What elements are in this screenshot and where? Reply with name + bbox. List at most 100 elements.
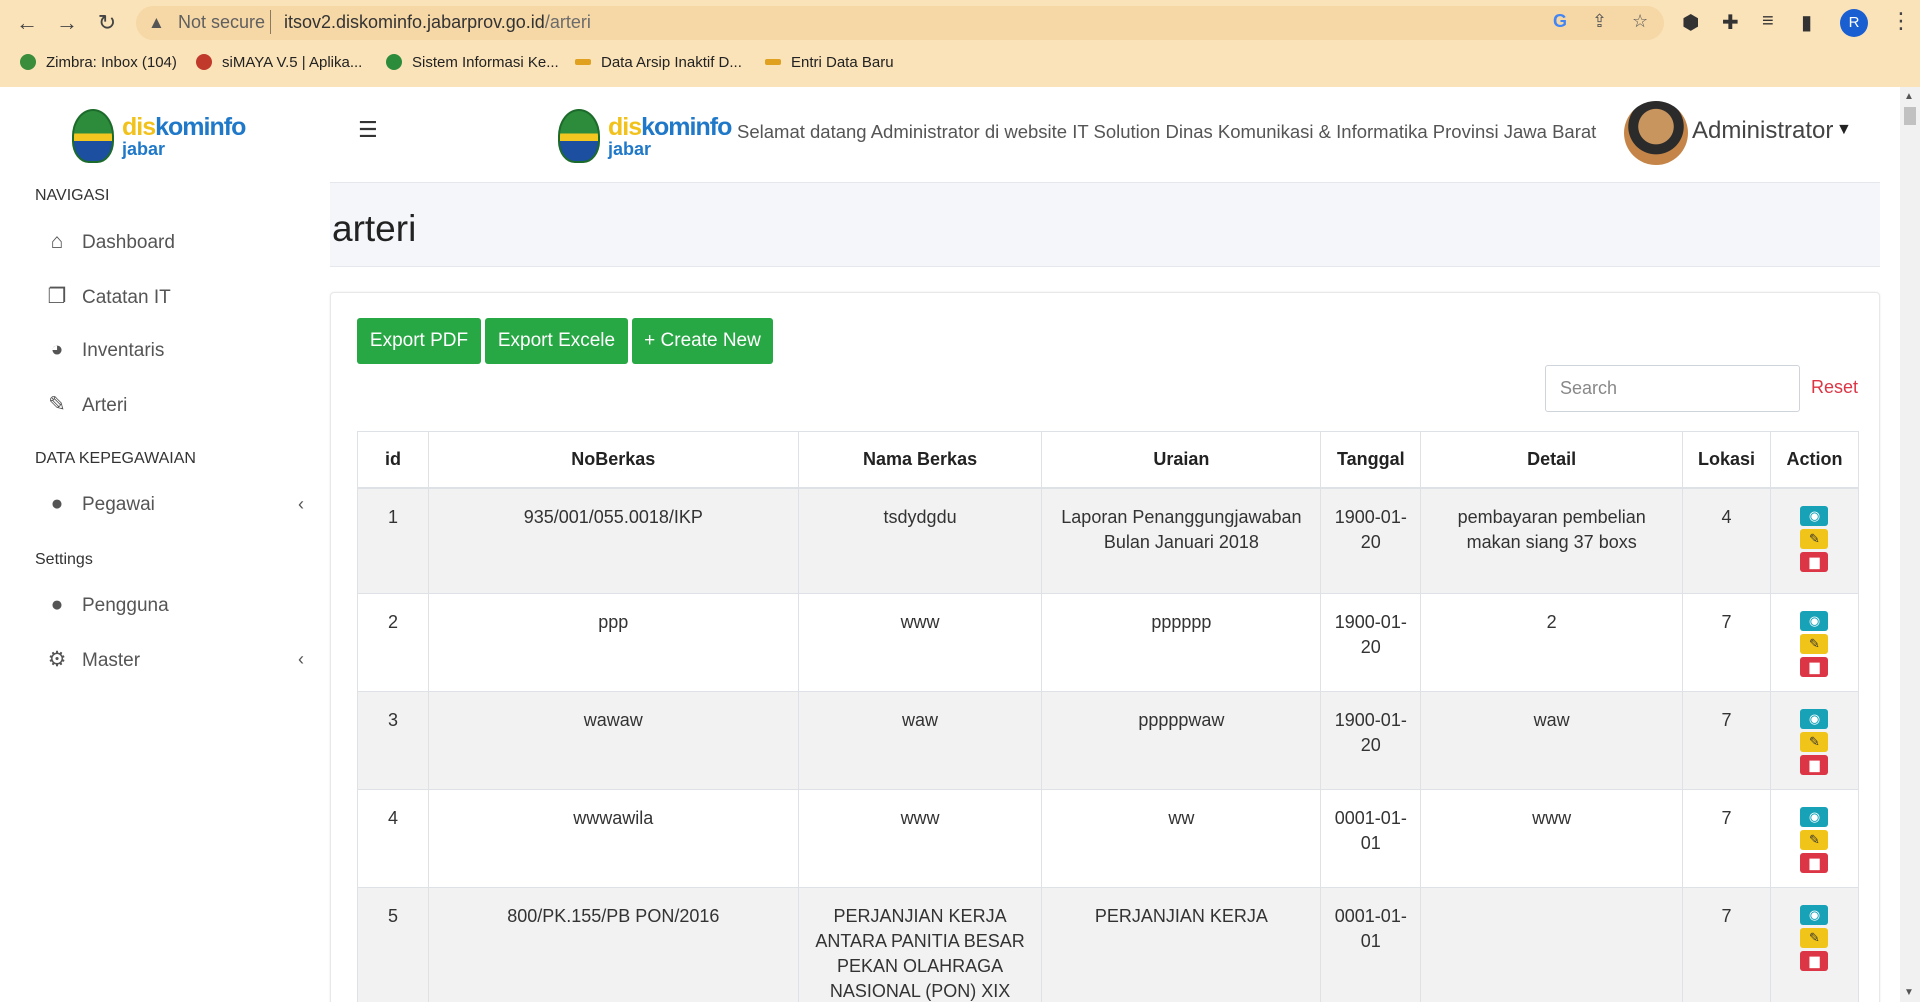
view-icon[interactable]: ◉ [1800,611,1829,631]
cell-noberkas: 935/001/055.0018/IKP [427,487,799,594]
cell-lokasi: 7 [1682,691,1771,790]
url-text[interactable]: itsov2.diskominfo.jabarprov.go.id/arteri [284,12,591,33]
edit-icon[interactable]: ✎ [1800,528,1829,549]
table-row: 2 ppp www pppppp 1900-01-20 2 7 ◉ ✎ ▆ [357,593,1860,692]
trash-icon[interactable]: ▆ [1800,551,1829,572]
cell-detail: www [1420,789,1684,888]
trash-icon[interactable]: ▆ [1800,657,1829,677]
edit-icon[interactable]: ✎ [1800,928,1829,948]
star-icon[interactable]: ☆ [1632,11,1648,32]
forward-icon[interactable]: → [52,9,82,37]
view-icon[interactable]: ◉ [1800,905,1829,925]
side-panel-icon[interactable]: ▮ [1801,10,1812,35]
view-icon[interactable]: ◉ [1800,807,1829,827]
chevron-left-icon: ‹ [298,649,304,669]
sidebar-item-catatan-it[interactable]: ❐ Catatan IT [44,284,304,318]
welcome-text: Selamat datang Administrator di website … [737,121,1597,142]
sidebar-item-label: Pegawai [82,494,155,515]
sidebar-item-pengguna[interactable]: ● Pengguna [44,593,304,627]
cell-action: ◉ ✎ ▆ [1769,593,1860,692]
cell-id: 1 [357,487,429,594]
extension-shield-icon[interactable]: ⬢ [1682,10,1699,35]
caret-down-icon[interactable]: ▼ [1836,121,1852,139]
scroll-up-icon[interactable]: ▲ [1904,91,1914,102]
edit-icon[interactable]: ✎ [1800,634,1829,654]
column-header-nama-berkas[interactable]: Nama Berkas [797,431,1043,489]
edit-icon[interactable]: ✎ [1800,732,1829,752]
back-icon[interactable]: ← [12,9,42,37]
cell-uraian: pppppwaw [1041,691,1322,790]
divider [270,10,271,34]
page: diskominfo jabar NAVIGASI ⌂ Dashboard ❐ Ca… [0,87,1900,1002]
trash-icon[interactable]: ▆ [1800,853,1829,873]
sistem-icon [386,54,402,70]
sidebar-item-master[interactable]: ⚙ Master ‹ [44,647,304,681]
menu-icon[interactable]: ⋮ [1890,8,1912,34]
hamburger-menu-icon[interactable]: ☰ [358,117,378,143]
cell-detail: pembayaran pembelian makan siang 37 boxs [1420,487,1684,594]
cell-noberkas: wwwawila [427,789,799,888]
trash-icon[interactable]: ▆ [1800,951,1829,971]
cell-tanggal: 1900-01-20 [1320,593,1422,692]
cell-lokasi: 4 [1682,487,1771,594]
column-header-detail[interactable]: Detail [1420,431,1684,489]
cell-nama-berkas: www [797,593,1043,692]
column-header-uraian[interactable]: Uraian [1041,431,1322,489]
cell-action: ◉ ✎ ▆ [1769,789,1860,888]
user-menu[interactable]: Administrator [1692,117,1833,145]
sidebar-item-label: Inventaris [82,340,165,361]
share-icon[interactable]: ⇪ [1592,11,1607,32]
trash-icon[interactable]: ▆ [1800,755,1829,775]
column-header-noberkas[interactable]: NoBerkas [427,431,799,489]
arsip-icon [575,59,591,65]
sidebar-item-arteri[interactable]: ✎ Arteri [44,392,304,426]
search-input[interactable] [1545,365,1800,412]
column-header-tanggal[interactable]: Tanggal [1320,431,1422,489]
sidebar-item-label: Dashboard [82,232,175,253]
vertical-scrollbar[interactable]: ▲ ▼ [1900,87,1920,1002]
brand-sub: jabar [608,139,652,159]
edit-icon[interactable]: ✎ [1800,830,1829,850]
media-queue-icon[interactable]: ≡ [1762,10,1774,33]
puzzle-icon[interactable]: ✚ [1722,10,1739,35]
sidebar-item-pegawai[interactable]: ● Pegawai ‹ [44,492,304,526]
home-icon: ⌂ [50,230,64,253]
column-header-id[interactable]: id [357,431,429,489]
sidebar-item-label: Pengguna [82,595,169,616]
browser-toolbar: ← → ↻ ▲ Not secure itsov2.diskominfo.jab… [0,0,1920,46]
bookmark-entri-data[interactable]: Entri Data Baru [765,54,894,71]
scroll-down-icon[interactable]: ▼ [1904,987,1914,998]
section-data-kepegawaian: DATA KEPEGAWAIAN [35,450,196,467]
scrollbar-thumb[interactable] [1904,107,1916,125]
simaya-icon [196,54,212,70]
view-icon[interactable]: ◉ [1800,709,1829,729]
bookmark-data-arsip[interactable]: Data Arsip Inaktif D... [575,54,742,71]
cell-noberkas: wawaw [427,691,799,790]
reset-link[interactable]: Reset [1811,377,1858,398]
sidebar: diskominfo jabar NAVIGASI ⌂ Dashboard ❐ Ca… [0,87,330,1002]
create-new-button[interactable]: + Create New [632,318,773,364]
security-label[interactable]: Not secure [178,12,265,33]
view-icon[interactable]: ◉ [1800,505,1829,526]
browser-chrome: ← → ↻ ▲ Not secure itsov2.diskominfo.jab… [0,0,1920,87]
profile-avatar[interactable]: R [1840,9,1868,37]
cell-uraian: Laporan Penanggungjawaban Bulan Januari … [1041,487,1322,594]
bookmark-sistem-informasi[interactable]: Sistem Informasi Ke... [386,54,559,71]
user-icon: ● [50,492,64,515]
sidebar-item-label: Arteri [82,395,128,416]
bookmark-zimbra[interactable]: Zimbra: Inbox (104) [20,54,177,71]
warning-icon[interactable]: ▲ [148,13,165,33]
sidebar-item-dashboard[interactable]: ⌂ Dashboard [44,230,304,264]
export-excel-button[interactable]: Export Excele [485,318,628,364]
cell-noberkas: 800/PK.155/PB PON/2016 [427,887,799,1002]
reload-icon[interactable]: ↻ [92,9,122,37]
export-pdf-button[interactable]: Export PDF [357,318,481,364]
avatar[interactable] [1624,101,1688,165]
column-header-lokasi[interactable]: Lokasi [1682,431,1771,489]
bookmark-simaya[interactable]: siMAYA V.5 | Aplika... [196,54,362,71]
bookmark-label: Entri Data Baru [791,54,894,71]
sidebar-item-inventaris[interactable]: ◕ Inventaris [44,338,304,372]
bookmark-label: Data Arsip Inaktif D... [601,54,742,71]
google-icon[interactable]: G [1553,11,1567,32]
cell-detail: 2 [1420,593,1684,692]
